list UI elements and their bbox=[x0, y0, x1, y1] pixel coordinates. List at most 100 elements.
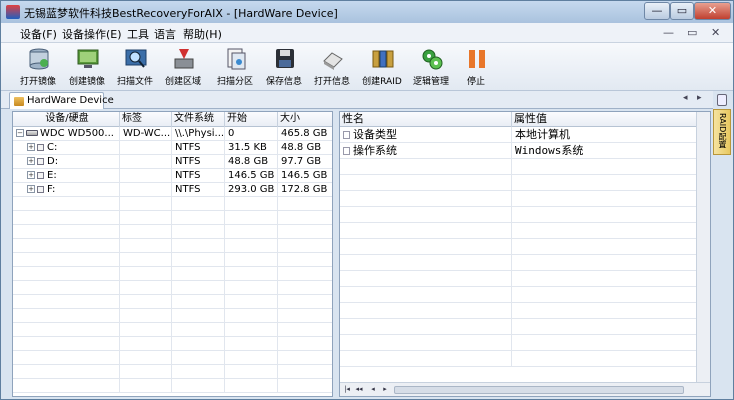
col-start[interactable]: 开始 bbox=[225, 112, 278, 127]
empty-cell bbox=[120, 295, 172, 309]
device-label bbox=[120, 141, 172, 155]
menu-help[interactable]: 帮助(H) bbox=[183, 26, 222, 42]
mdi-minimize-button[interactable]: — bbox=[663, 26, 674, 39]
device-filesystem: NTFS bbox=[172, 155, 225, 169]
device-size: 465.8 GB bbox=[278, 127, 332, 141]
tab-next-button[interactable]: ▸ bbox=[697, 93, 702, 103]
empty-row bbox=[13, 323, 332, 337]
hard-disk-icon bbox=[26, 130, 38, 136]
col-property-name[interactable]: 性名 bbox=[340, 112, 512, 127]
empty-cell bbox=[340, 191, 512, 207]
collapse-icon[interactable]: − bbox=[16, 129, 24, 137]
title-bar[interactable]: 无锡蓝梦软件科技BestRecoveryForAIX - [HardWare D… bbox=[1, 1, 733, 23]
device-label bbox=[120, 169, 172, 183]
empty-row bbox=[340, 223, 698, 239]
property-value: 本地计算机 bbox=[512, 127, 698, 143]
table-row[interactable]: + D: NTFS 48.8 GB 97.7 GB bbox=[13, 155, 332, 169]
empty-row bbox=[340, 207, 698, 223]
empty-cell bbox=[278, 351, 332, 365]
empty-cell bbox=[512, 239, 698, 255]
scroll-first-icon[interactable]: |◂ bbox=[342, 384, 352, 395]
expand-icon[interactable]: + bbox=[27, 171, 35, 179]
empty-row bbox=[340, 191, 698, 207]
stop-button[interactable]: 停止 bbox=[447, 45, 505, 89]
empty-cell bbox=[512, 207, 698, 223]
device-filesystem: NTFS bbox=[172, 169, 225, 183]
col-filesystem[interactable]: 文件系统 bbox=[172, 112, 225, 127]
empty-row bbox=[13, 225, 332, 239]
empty-row bbox=[13, 365, 332, 379]
create-raid-icon bbox=[372, 50, 394, 68]
table-row[interactable]: + E: NTFS 146.5 GB 146.5 GB bbox=[13, 169, 332, 183]
empty-cell bbox=[172, 365, 225, 379]
empty-cell bbox=[225, 253, 278, 267]
empty-row bbox=[340, 287, 698, 303]
device-name: D: bbox=[47, 156, 59, 167]
empty-cell bbox=[225, 267, 278, 281]
empty-cell bbox=[225, 281, 278, 295]
empty-cell bbox=[278, 211, 332, 225]
device-start: 293.0 GB bbox=[225, 183, 278, 197]
col-property-value[interactable]: 属性值 bbox=[512, 112, 698, 127]
create-region-button[interactable]: 创建区域 bbox=[154, 45, 212, 89]
table-row[interactable]: + C: NTFS 31.5 KB 48.8 GB bbox=[13, 141, 332, 155]
empty-cell bbox=[13, 295, 120, 309]
table-row[interactable]: 操作系统 Windows系统 bbox=[340, 143, 698, 159]
col-device[interactable]: 设备/硬盘 bbox=[13, 112, 120, 127]
empty-row bbox=[13, 253, 332, 267]
col-label[interactable]: 标签 bbox=[120, 112, 172, 127]
empty-cell bbox=[278, 309, 332, 323]
main-window: 无锡蓝梦软件科技BestRecoveryForAIX - [HardWare D… bbox=[0, 0, 734, 400]
device-filesystem: NTFS bbox=[172, 141, 225, 155]
empty-cell bbox=[120, 309, 172, 323]
restore-button[interactable]: ▭ bbox=[670, 2, 694, 20]
tab-prev-button[interactable]: ◂ bbox=[683, 93, 688, 103]
empty-cell bbox=[340, 271, 512, 287]
close-button[interactable]: ✕ bbox=[694, 2, 731, 20]
device-name: WDC WD500... bbox=[40, 128, 114, 139]
vertical-scrollbar[interactable] bbox=[696, 112, 710, 382]
menu-device[interactable]: 设备(F) bbox=[20, 26, 57, 42]
device-size: 97.7 GB bbox=[278, 155, 332, 169]
logic-manage-icon bbox=[422, 49, 443, 70]
toolbar: 打开镜像 创建镜像 扫描文件 创建区域 扫描分区 保存信息 打开信息 创建RAI… bbox=[1, 43, 733, 91]
scroll-right-icon[interactable]: ▸ bbox=[380, 384, 390, 395]
document-tab-strip: HardWare Device ◂ ▸ bbox=[1, 91, 713, 109]
minimize-button[interactable]: — bbox=[644, 2, 670, 20]
empty-cell bbox=[172, 379, 225, 393]
device-start: 31.5 KB bbox=[225, 141, 278, 155]
raid-config-side-tab[interactable]: RAID配置 bbox=[713, 109, 731, 155]
property-icon bbox=[343, 147, 350, 155]
table-row[interactable]: − WDC WD500... WD-WC... \\.\Physi... 0 46… bbox=[13, 127, 332, 141]
partition-icon bbox=[37, 157, 44, 165]
scroll-left-icon[interactable]: ◂ bbox=[368, 384, 378, 395]
expand-icon[interactable]: + bbox=[27, 157, 35, 165]
empty-cell bbox=[225, 225, 278, 239]
empty-cell bbox=[120, 281, 172, 295]
table-row[interactable]: + F: NTFS 293.0 GB 172.8 GB bbox=[13, 183, 332, 197]
menu-language[interactable]: 语言 bbox=[154, 26, 176, 42]
empty-cell bbox=[13, 365, 120, 379]
empty-cell bbox=[13, 267, 120, 281]
scroll-prev-page-icon[interactable]: ◂◂ bbox=[354, 384, 364, 395]
menu-tools[interactable]: 工具 bbox=[127, 26, 149, 42]
empty-cell bbox=[340, 303, 512, 319]
menu-device-operation[interactable]: 设备操作(E) bbox=[62, 26, 122, 42]
scroll-thumb[interactable] bbox=[394, 386, 684, 394]
col-size[interactable]: 大小 bbox=[278, 112, 332, 127]
pin-icon[interactable] bbox=[717, 94, 727, 106]
empty-cell bbox=[340, 351, 512, 367]
empty-row bbox=[340, 255, 698, 271]
device-name: E: bbox=[47, 170, 57, 181]
horizontal-scrollbar[interactable]: |◂ ◂◂ ◂ ▸ bbox=[340, 382, 710, 396]
empty-cell bbox=[120, 267, 172, 281]
empty-row bbox=[13, 379, 332, 393]
mdi-restore-button[interactable]: ▭ bbox=[687, 26, 697, 39]
expand-icon[interactable]: + bbox=[27, 185, 35, 193]
expand-icon[interactable]: + bbox=[27, 143, 35, 151]
mdi-close-button[interactable]: ✕ bbox=[711, 26, 720, 39]
partition-icon bbox=[37, 171, 44, 179]
table-row[interactable]: 设备类型 本地计算机 bbox=[340, 127, 698, 143]
tab-hardware-device[interactable]: HardWare Device bbox=[9, 92, 114, 109]
device-label bbox=[120, 155, 172, 169]
